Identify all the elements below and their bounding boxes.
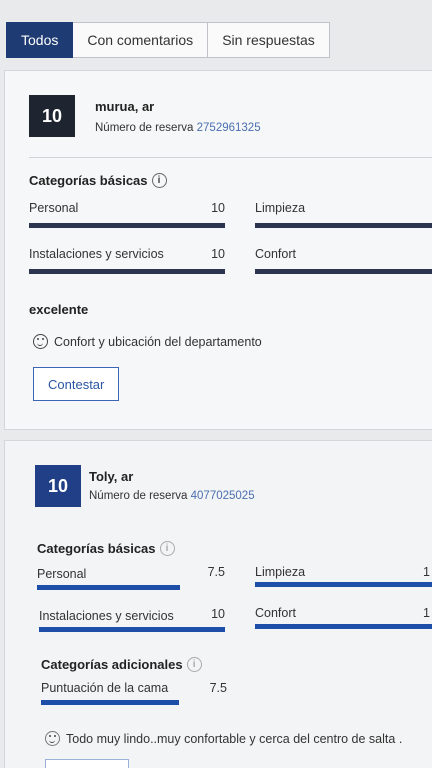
divider [29,157,432,158]
review-card: 10 Toly, ar Número de reserva 4077025025… [4,440,432,768]
positive-comment-text: Todo muy lindo..muy confortable y cerca … [66,731,403,746]
basic-categories-label: Categorías básicas [37,541,156,556]
info-icon[interactable]: i [151,173,167,188]
category-label-personal: Personal [37,567,87,581]
info-icon[interactable]: i [159,541,175,556]
additional-categories-label: Categorías adicionales [41,657,183,672]
category-bar-confort [255,624,432,629]
review-score-badge: 10 [35,465,81,507]
category-score-personal: 10 [211,201,225,215]
category-bar-fill [255,582,432,587]
tab-con-comentarios[interactable]: Con comentarios [73,22,209,58]
booking-number-value[interactable]: 2752961325 [197,122,261,134]
category-score-limpieza: 1 [423,565,430,579]
category-score-personal: 7.5 [207,565,225,579]
category-bar-fill [255,269,432,274]
category-label-instalaciones: Instalaciones y servicios [29,247,164,261]
positive-comment-text: Confort y ubicación del departamento [54,334,262,349]
smile-icon [33,334,48,349]
review-card: 10 murua, ar Número de reserva 275296132… [4,70,432,430]
reply-button[interactable] [45,759,129,768]
category-bar-personal [29,223,225,228]
category-label-personal: Personal [29,201,79,215]
category-bar-limpieza [255,582,432,587]
review-score-badge: 10 [29,95,75,137]
reply-button[interactable]: Contestar [33,367,120,401]
guest-name: murua, ar [95,99,155,114]
category-score-instalaciones: 10 [211,607,225,621]
review-filter-tabs: Todos Con comentarios Sin respuestas [6,22,330,58]
category-label-confort: Confort [255,247,296,261]
category-bar-fill [255,624,432,629]
review-title: excelente [29,302,89,317]
booking-number: Número de reserva 4077025025 [89,490,255,502]
booking-number-value[interactable]: 4077025025 [191,490,255,502]
additional-categories-title: Categorías adicionales i [41,657,202,672]
category-label-cama: Puntuación de la cama [41,681,169,695]
category-score-confort: 1 [423,606,430,620]
basic-categories-title: Categorías básicas i [37,541,175,556]
booking-label: Número de reserva [95,122,194,134]
positive-comment: Confort y ubicación del departamento [33,334,262,349]
category-score-cama: 7.5 [209,681,227,695]
category-bar-fill [29,223,225,228]
category-label-confort: Confort [255,606,296,620]
basic-categories-label: Categorías básicas [29,173,148,188]
category-label-limpieza: Limpieza [255,201,306,215]
guest-name: Toly, ar [89,469,134,484]
category-bar-fill [41,700,179,705]
category-label-instalaciones: Instalaciones y servicios [39,609,174,623]
booking-label: Número de reserva [89,490,188,502]
basic-categories-title: Categorías básicas i [29,173,167,188]
info-icon[interactable]: i [186,657,202,672]
tab-sin-respuestas[interactable]: Sin respuestas [208,22,330,58]
booking-number: Número de reserva 2752961325 [95,122,261,134]
category-bar-instalaciones [39,627,225,632]
category-bar-fill [37,585,180,590]
category-bar-fill [29,269,225,274]
category-bar-cama [41,700,225,705]
category-bar-personal [37,585,227,590]
category-score-instalaciones: 10 [211,247,225,261]
category-bar-fill [39,627,225,632]
tab-todos[interactable]: Todos [6,22,74,58]
positive-comment: Todo muy lindo..muy confortable y cerca … [45,731,402,746]
category-bar-instalaciones [29,269,225,274]
category-bar-confort [255,269,432,274]
category-bar-fill [255,223,432,228]
category-label-limpieza: Limpieza [255,565,306,579]
category-bar-limpieza [255,223,432,228]
smile-icon [45,731,60,746]
